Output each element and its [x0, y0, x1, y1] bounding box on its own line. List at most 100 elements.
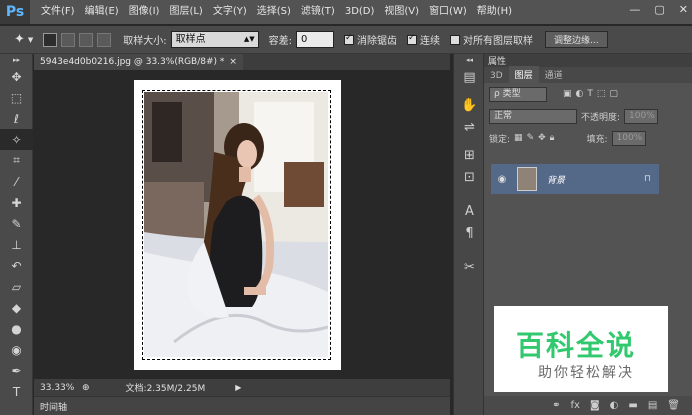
watermark-sub-text: 助你轻松解决	[538, 365, 634, 381]
paint-bucket-tool-icon[interactable]: ◆	[0, 297, 33, 318]
menu-item[interactable]: 图像(I)	[124, 0, 165, 24]
document-size-info: 文档:2.35M/2.25M	[125, 384, 206, 394]
panel-collapse-icon[interactable]: ▸▸	[0, 54, 33, 66]
contiguous-checkbox[interactable]	[407, 33, 418, 45]
refine-edge-button[interactable]: 调整边缘...	[545, 31, 608, 48]
menu-item[interactable]: 窗口(W)	[424, 0, 472, 24]
antialias-checkbox[interactable]	[344, 33, 355, 45]
new-layer-icon[interactable]: ▤	[648, 400, 657, 411]
brush-tool-icon[interactable]: ✎	[0, 213, 33, 234]
visibility-eye-icon[interactable]: ◉	[491, 174, 513, 185]
type-tool-icon[interactable]: T	[0, 381, 33, 402]
layer-style-icon[interactable]: fx	[571, 400, 580, 411]
selection-marquee	[142, 90, 331, 360]
lock-all-icon[interactable]: 🔒︎	[550, 133, 555, 143]
close-tab-icon[interactable]: ×	[229, 57, 237, 67]
timeline-panel[interactable]: 时间轴	[34, 396, 450, 415]
history-brush-tool-icon[interactable]: ↶	[0, 255, 33, 276]
panel-tabs: 3D 图层 通道	[484, 66, 692, 83]
layer-filter-dropdown[interactable]: ρ 类型	[489, 86, 547, 102]
menu-item[interactable]: 视图(V)	[379, 0, 424, 24]
blend-row: 正常 不透明度: 100%	[484, 105, 692, 127]
filter-smart-object-icon[interactable]: ▢	[609, 89, 618, 99]
watermark-logo: 百科全说 助你轻松解决	[494, 306, 668, 392]
new-group-icon[interactable]: ▬	[628, 400, 637, 411]
link-layers-icon[interactable]: ⚭	[552, 400, 560, 411]
timeline-label[interactable]: 时间轴	[40, 400, 67, 413]
panel-collapse-icon[interactable]: ◂◂	[454, 54, 485, 66]
add-mask-icon[interactable]: ◙	[590, 400, 600, 411]
history-panel-icon[interactable]: ▤	[454, 66, 485, 88]
eyedropper-tool-icon[interactable]: ⁄	[0, 171, 33, 192]
lock-position-icon[interactable]: ✥	[538, 133, 546, 143]
actions-panel-icon[interactable]: ✋	[454, 94, 485, 116]
paragraph-panel-icon[interactable]: ¶	[454, 222, 485, 244]
opacity-input[interactable]: 100%	[624, 108, 659, 124]
sample-size-dropdown[interactable]: 取样点 ▲▼	[170, 31, 259, 48]
menu-item[interactable]: 编辑(E)	[80, 0, 124, 24]
filter-shape-icon[interactable]: ⬚	[597, 89, 606, 99]
clone-source-icon[interactable]: ⊡	[454, 166, 485, 188]
intersect-selection-button[interactable]	[97, 32, 112, 47]
filter-adjustment-icon[interactable]: ◐	[576, 89, 584, 99]
brush-presets-icon[interactable]: ⊞	[454, 144, 485, 166]
new-selection-button[interactable]	[43, 32, 58, 47]
layer-thumbnail	[517, 167, 537, 191]
lasso-tool-icon[interactable]: ℓ	[0, 108, 33, 129]
tab-channels[interactable]: 通道	[539, 66, 569, 83]
move-tool-icon[interactable]: ✥	[0, 66, 33, 87]
lock-row: 锁定: ▦ ✎ ✥ 🔒︎ 填充: 100%	[484, 127, 692, 149]
adjustments-panel-icon[interactable]: ⇌	[454, 116, 485, 138]
magic-wand-tool-preset-icon[interactable]: ✦	[14, 32, 25, 47]
character-panel-icon[interactable]: A	[454, 200, 485, 222]
layer-name[interactable]: 背景	[547, 173, 565, 186]
marquee-tool-icon[interactable]: ⬚	[0, 87, 33, 108]
properties-tab[interactable]: 属性	[488, 54, 506, 67]
lock-image-icon[interactable]: ✎	[527, 133, 535, 143]
menu-item[interactable]: 图层(L)	[164, 0, 207, 24]
subtract-from-selection-button[interactable]	[79, 32, 94, 47]
layer-row-background[interactable]: ◉ 背景 ⊓	[491, 164, 659, 194]
sample-all-layers-checkbox[interactable]	[450, 34, 461, 45]
tab-layers[interactable]: 图层	[508, 66, 539, 83]
filter-type-icon[interactable]: T	[587, 89, 593, 99]
restore-button[interactable]: ▢	[654, 3, 664, 16]
menu-item[interactable]: 帮助(H)	[472, 0, 517, 24]
menu-bar: Ps 文件(F) 编辑(E) 图像(I) 图层(L) 文字(Y) 选择(S) 滤镜(T) 3D…	[0, 0, 692, 24]
status-info-icon[interactable]: ⊕	[82, 383, 90, 393]
menu-item[interactable]: 文件(F)	[36, 0, 80, 24]
menu-item[interactable]: 文字(Y)	[208, 0, 252, 24]
magic-wand-tool-icon[interactable]: ✧	[0, 129, 33, 150]
add-to-selection-button[interactable]	[61, 32, 76, 47]
pen-tool-icon[interactable]: ✒	[0, 360, 33, 381]
filter-pixel-icon[interactable]: ▣	[563, 89, 572, 99]
document-tab-bar: 5943e4d0b0216.jpg @ 33.3%(RGB/8#) * ×	[34, 54, 450, 70]
fill-input[interactable]: 100%	[611, 130, 646, 146]
status-menu-arrow-icon[interactable]: ▶	[235, 383, 241, 392]
blend-mode-dropdown[interactable]: 正常	[489, 108, 577, 124]
new-adjustment-icon[interactable]: ◐	[610, 400, 619, 411]
menu-item[interactable]: 3D(D)	[340, 0, 380, 24]
blur-tool-icon[interactable]: ●	[0, 318, 33, 339]
crop-tool-icon[interactable]: ⌗	[0, 150, 33, 171]
canvas[interactable]	[134, 80, 341, 370]
menu-item[interactable]: 滤镜(T)	[296, 0, 340, 24]
close-button[interactable]: ✕	[679, 3, 688, 16]
tool-presets-icon[interactable]: ✂	[454, 256, 485, 278]
opacity-label: 不透明度:	[581, 112, 621, 123]
preset-dropdown-arrow-icon[interactable]: ▼	[28, 36, 33, 44]
layer-lock-icon: ⊓	[643, 174, 651, 184]
zoom-level[interactable]: 33.33%	[40, 383, 76, 393]
lock-transparent-icon[interactable]: ▦	[514, 133, 523, 143]
tolerance-input[interactable]: 0	[296, 31, 335, 48]
dodge-tool-icon[interactable]: ◉	[0, 339, 33, 360]
antialias-label: 消除锯齿	[357, 36, 398, 47]
eraser-tool-icon[interactable]: ▱	[0, 276, 33, 297]
clone-stamp-tool-icon[interactable]: ⊥	[0, 234, 33, 255]
tab-3d[interactable]: 3D	[484, 69, 509, 83]
document-tab[interactable]: 5943e4d0b0216.jpg @ 33.3%(RGB/8#) * ×	[34, 54, 243, 70]
delete-layer-icon[interactable]: 🗑︎	[667, 400, 680, 411]
healing-brush-tool-icon[interactable]: ✚	[0, 192, 33, 213]
menu-item[interactable]: 选择(S)	[252, 0, 296, 24]
minimize-button[interactable]: —	[629, 3, 640, 16]
